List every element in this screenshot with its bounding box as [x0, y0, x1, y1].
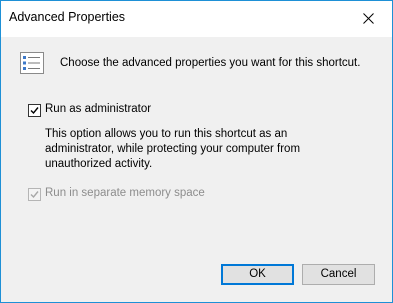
advanced-properties-dialog: Advanced Properties Choose the advanced …: [0, 0, 393, 303]
separate-memory-checkbox[interactable]: [28, 188, 41, 201]
close-button[interactable]: [346, 1, 392, 37]
checkmark-icon: [30, 107, 39, 115]
checkmark-icon: [30, 191, 39, 199]
header-instruction: Choose the advanced properties you want …: [60, 57, 361, 69]
close-icon: [363, 13, 374, 24]
ok-button[interactable]: OK: [221, 264, 294, 285]
dialog-title: Advanced Properties: [9, 10, 126, 24]
run-as-admin-description: This option allows you to run this short…: [45, 128, 301, 170]
checklist-icon: [20, 52, 44, 77]
title-bar: Advanced Properties: [1, 1, 392, 37]
cancel-button[interactable]: Cancel: [302, 264, 375, 285]
run-as-admin-label[interactable]: Run as administrator: [45, 103, 151, 115]
run-as-admin-checkbox[interactable]: [28, 104, 41, 117]
separate-memory-label: Run in separate memory space: [45, 187, 205, 199]
